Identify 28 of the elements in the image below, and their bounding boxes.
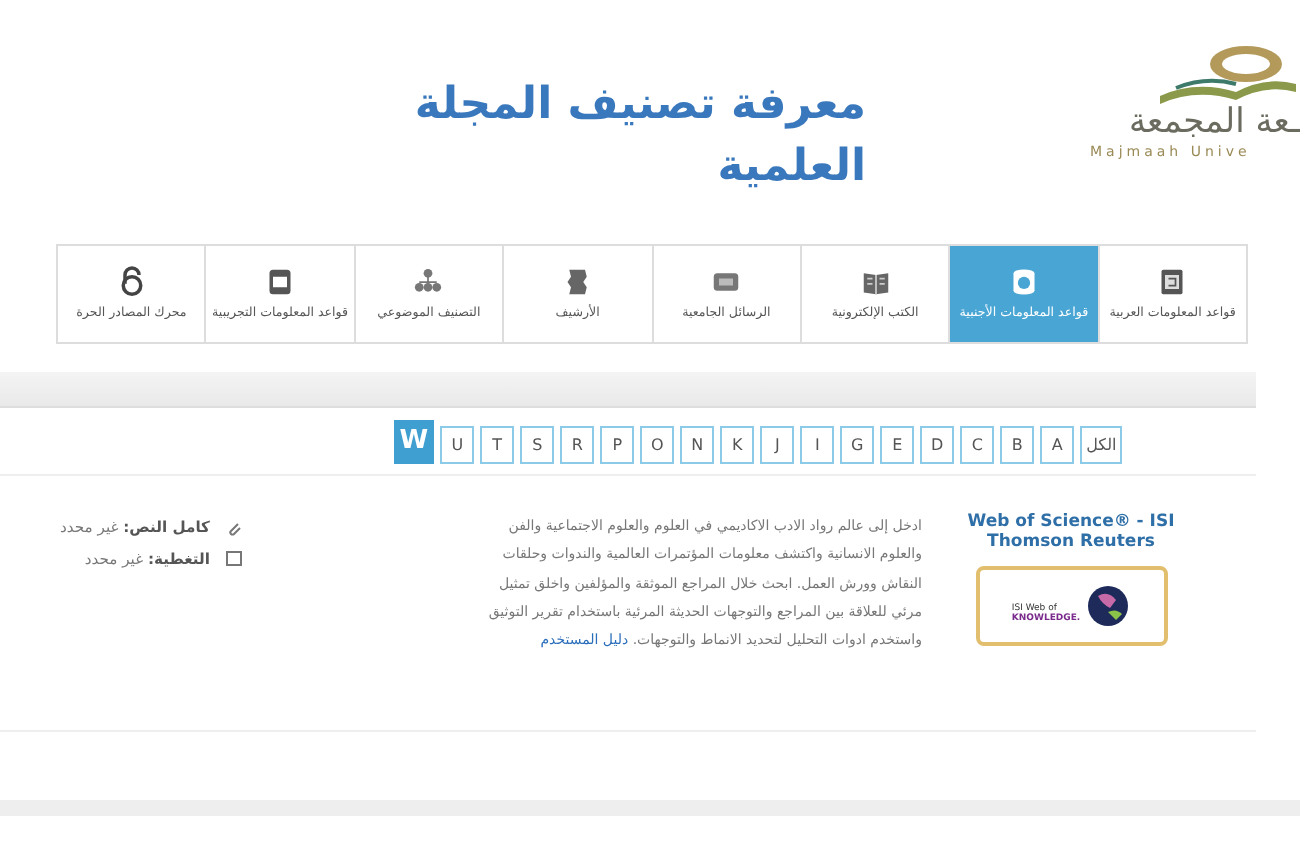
- logo-text: ـعة المجمعة: [1126, 104, 1300, 142]
- open-book-icon: [1156, 44, 1296, 104]
- archive-icon: [563, 266, 592, 299]
- letter-filter[interactable]: K: [720, 426, 755, 464]
- letter-filter[interactable]: R: [560, 426, 595, 464]
- letter-filter[interactable]: S: [520, 426, 555, 464]
- paperclip-icon: [225, 519, 242, 536]
- page-title: العلمية: [715, 139, 866, 196]
- letter-filter[interactable]: الكل: [1080, 426, 1123, 464]
- letter-filter[interactable]: A: [1040, 426, 1075, 464]
- letter-filter[interactable]: J: [760, 426, 795, 464]
- database-icon: [266, 266, 295, 299]
- page-title: معرفة تصنيف المجلة: [414, 78, 866, 134]
- letter-filter[interactable]: N: [680, 426, 715, 464]
- letter-filter[interactable]: I: [800, 426, 835, 464]
- letter-filter[interactable]: C: [960, 426, 995, 464]
- resource-title[interactable]: Web of Science® - ISI Thomson Reuters: [946, 512, 1196, 553]
- letter-filter[interactable]: E: [880, 426, 915, 464]
- letter-filter[interactable]: U: [440, 426, 475, 464]
- letter-filter[interactable]: G: [840, 426, 875, 464]
- letter-filter[interactable]: T: [480, 426, 515, 464]
- letter-filter[interactable]: O: [640, 426, 675, 464]
- letter-filter[interactable]: P: [600, 426, 635, 464]
- globe-icon: [1086, 584, 1131, 629]
- letter-filter[interactable]: D: [920, 426, 955, 464]
- letter-filter[interactable]: B: [1000, 426, 1035, 464]
- database-icon: [1009, 266, 1038, 299]
- calendar-icon: [225, 550, 242, 567]
